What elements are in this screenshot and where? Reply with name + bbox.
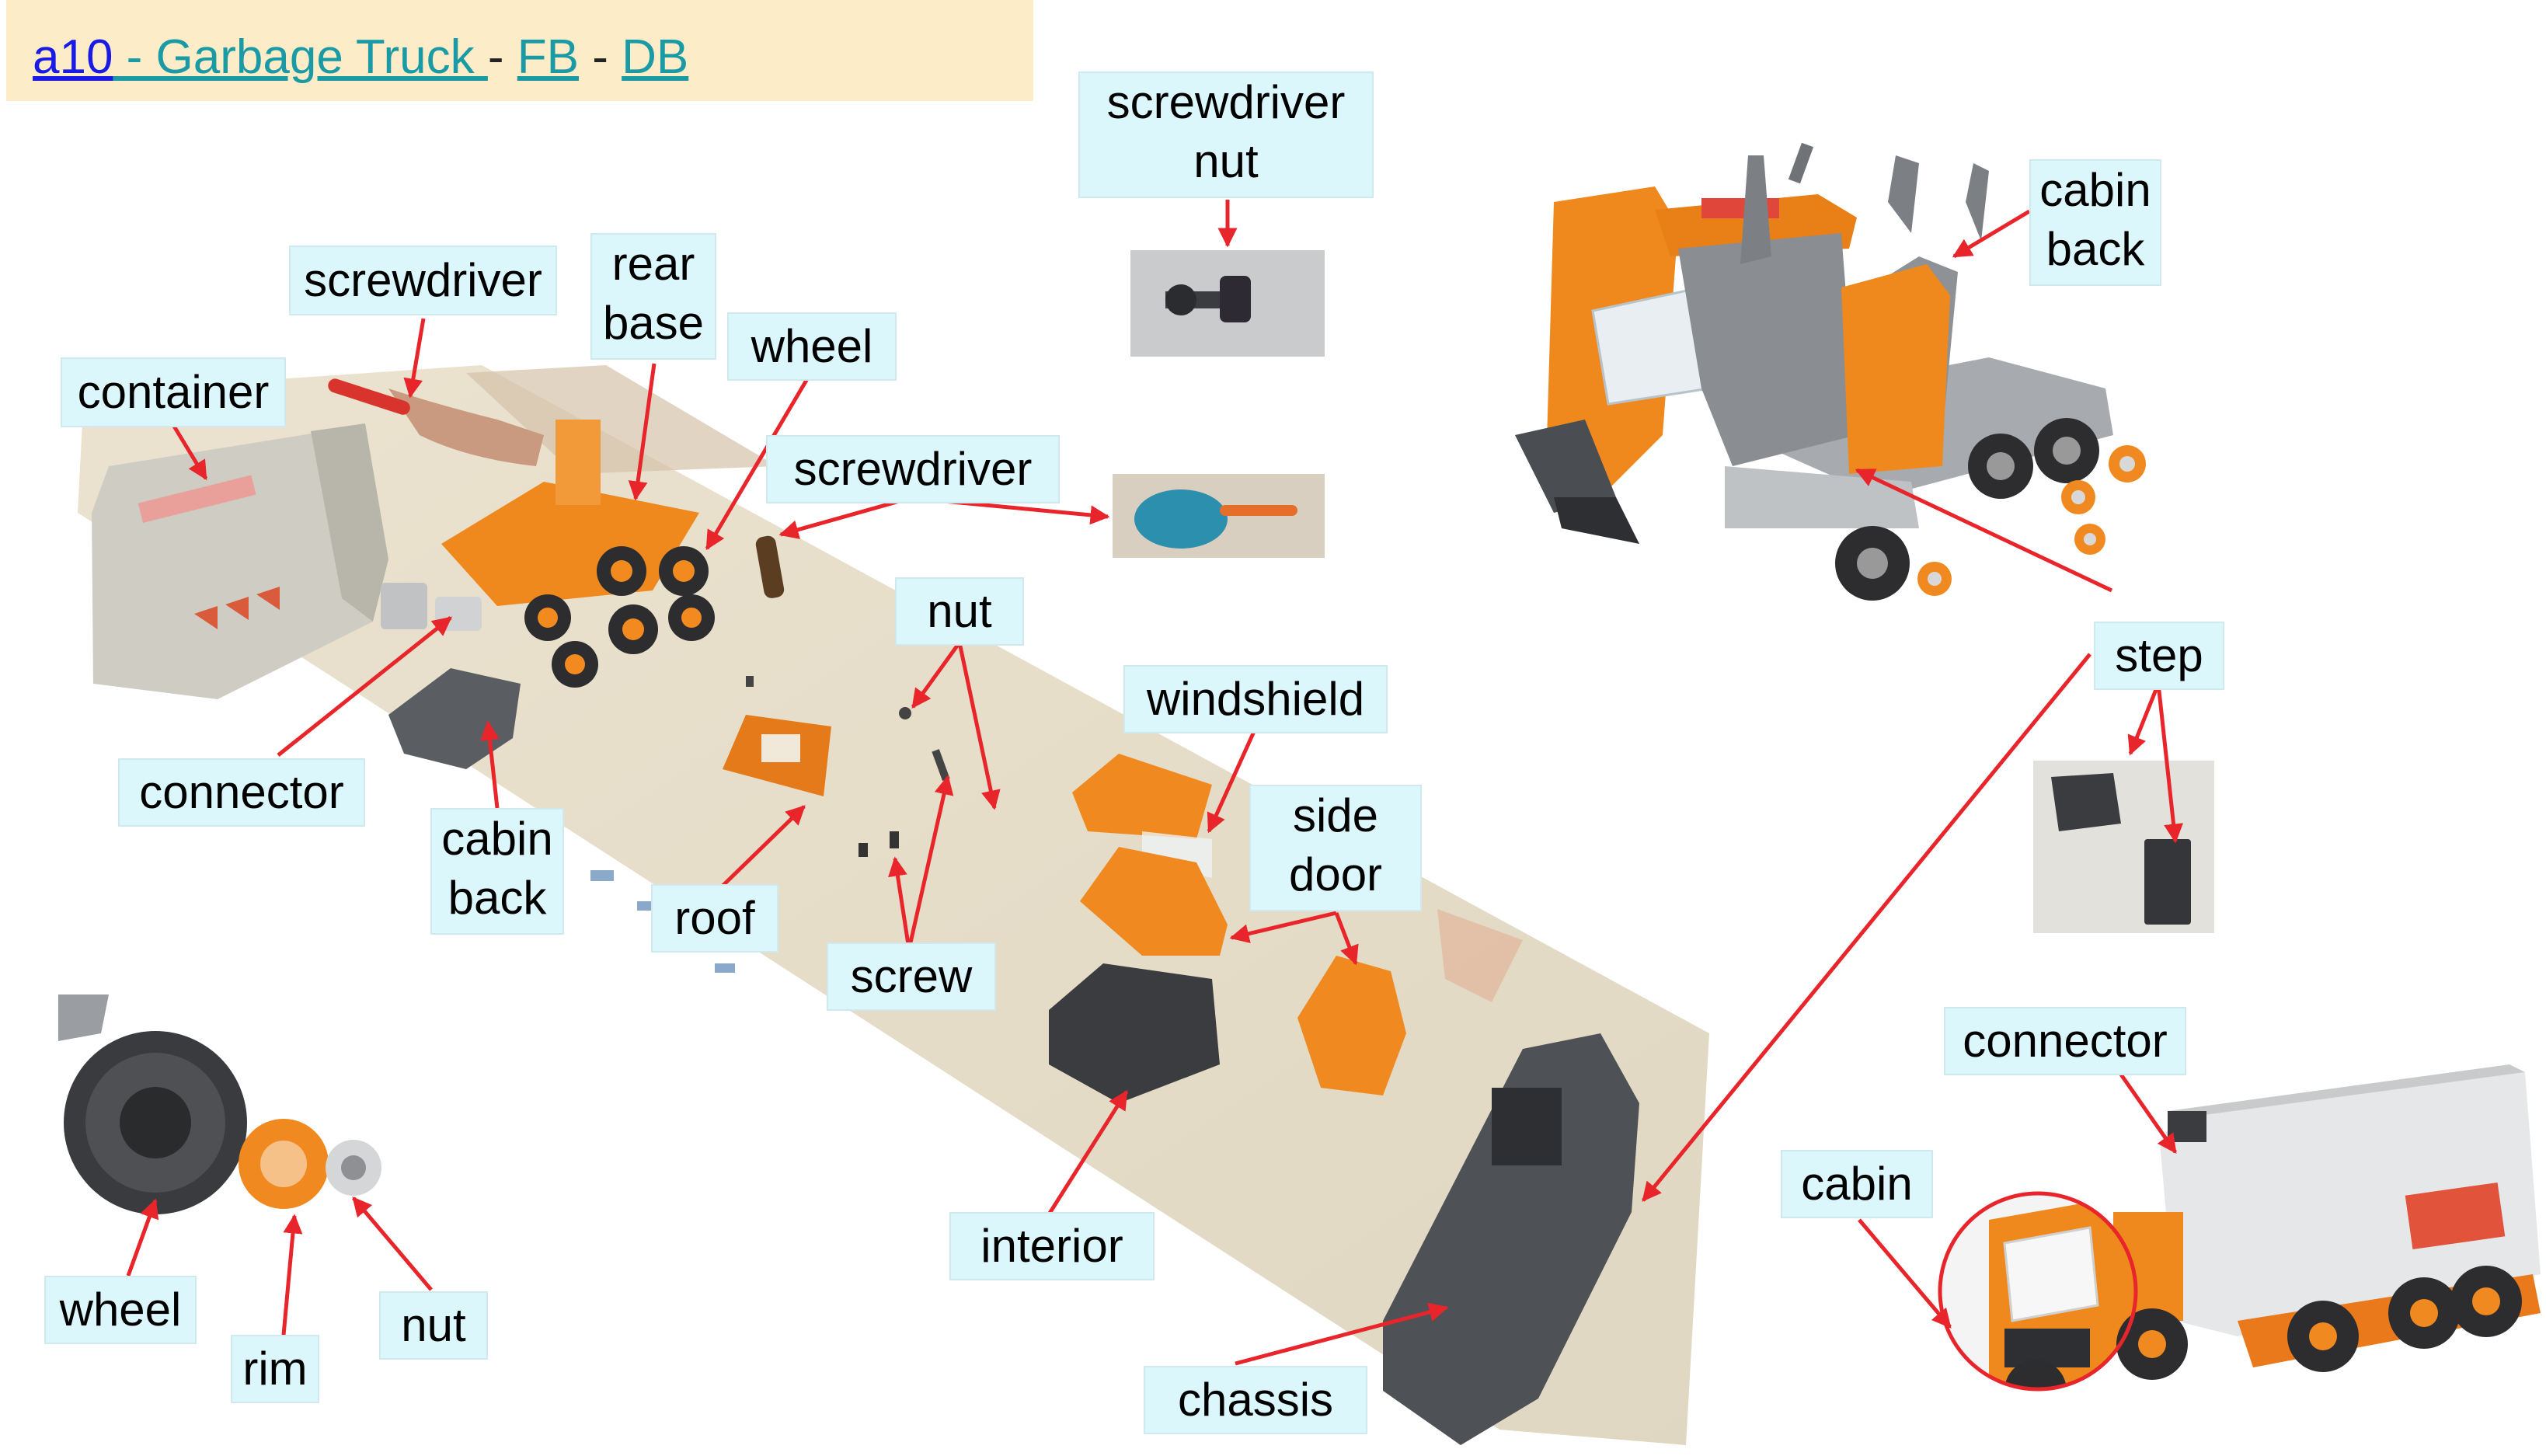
arrow-connector-right [2119,1073,2178,1155]
label-windshield: windshield [1123,665,1388,733]
arrow-screwdriver-mid-a [778,496,911,539]
label-nut-bottom: nut [379,1291,488,1360]
parts-photo [78,365,1709,1445]
inset-screwdriver-nut [1130,250,1325,357]
label-wheel-bottom: wheel [44,1276,197,1344]
inset-step [2033,761,2214,933]
label-container: container [61,357,286,427]
label-side-door-line2: door [1288,848,1383,900]
label-chassis: chassis [1144,1366,1367,1434]
label-connector-left: connector [118,758,365,827]
label-screwdriver-nut-line2: nut [1193,135,1259,187]
label-side-door: side door [1249,785,1422,911]
label-cabin-back-top: cabin back [2029,159,2161,286]
label-screwdriver-top: screwdriver [289,246,557,315]
arrow-cabin [1858,1218,1952,1329]
assembled-truck-render [1938,1064,2541,1392]
label-rear-base-line1: rear [611,238,695,290]
inset-screwdriver [1113,474,1325,558]
label-rear-base: rear base [590,233,716,360]
label-screwdriver-nut-line1: screwdriver [1106,76,1346,128]
label-rim: rim [231,1335,319,1403]
arrow-nut-bottom [352,1196,433,1291]
arrow-step-to-chassis [1642,653,2091,1202]
label-side-door-line1: side [1292,789,1379,841]
label-cabin-back-top-line1: cabin [2039,164,2151,216]
label-nut-mid: nut [895,577,1024,646]
label-step: step [2094,622,2224,690]
label-cabin: cabin [1781,1150,1933,1218]
nut-part [899,707,911,719]
label-cabin-back-mid: cabin back [430,808,564,935]
label-wheel-top: wheel [727,312,897,381]
label-screw: screw [827,942,996,1011]
label-cabin-back-mid-line2: back [448,872,547,924]
arrow-rim [280,1214,303,1353]
arrow-step-inset-a [2127,683,2161,756]
label-interior: interior [949,1212,1155,1280]
label-screwdriver-mid: screwdriver [766,435,1060,503]
label-cabin-back-mid-line1: cabin [441,813,553,865]
rear-base-post [556,420,601,505]
label-connector-right: connector [1944,1007,2186,1075]
label-rear-base-line2: base [602,297,705,349]
arrow-cabin-back-top [1952,209,2031,259]
label-screwdriver-nut: screwdriver nut [1078,71,1374,198]
inset-wheel-rim-nut [58,994,381,1214]
label-roof: roof [651,884,778,953]
label-cabin-back-top-line2: back [2046,223,2145,275]
